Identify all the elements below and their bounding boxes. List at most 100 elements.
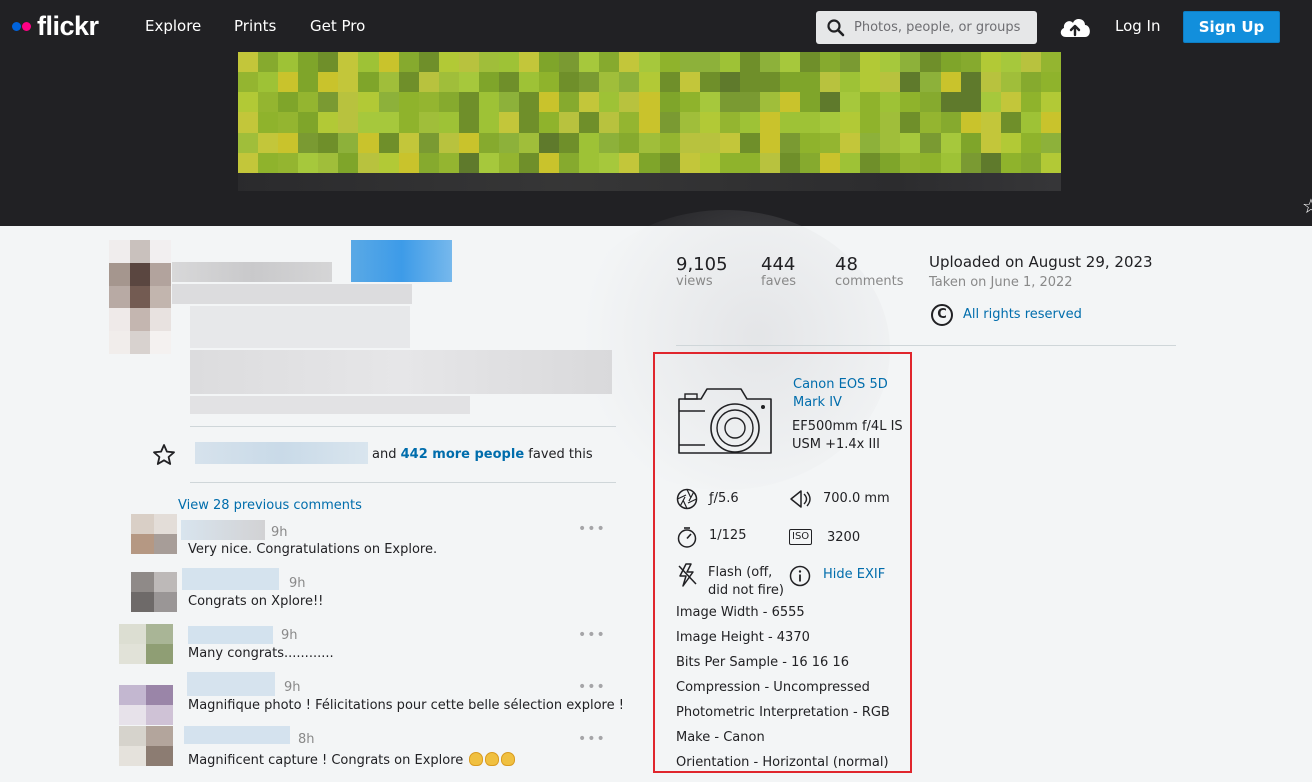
photo-pixel: [378, 132, 399, 153]
photo-pixel: [719, 112, 740, 133]
faved-this: faved this: [528, 447, 593, 462]
comment-text-content: Magnificent capture ! Congrats on Explor…: [188, 753, 464, 768]
view-previous-comments-link[interactable]: View 28 previous comments: [178, 498, 362, 513]
comment-more-icon[interactable]: •••: [578, 731, 606, 747]
photo-pixel: [880, 92, 901, 113]
photo-pixel: [779, 52, 801, 73]
clapping-hands-icon: [485, 752, 500, 766]
avatar[interactable]: [131, 572, 177, 612]
info-icon[interactable]: [789, 565, 811, 587]
avatar[interactable]: [119, 726, 173, 766]
photo-pixel: [458, 112, 479, 133]
nav-prints[interactable]: Prints: [234, 17, 276, 35]
flickr-logo[interactable]: flickr: [12, 11, 99, 42]
divider: [190, 426, 616, 427]
exif-orientation: Orientation - Horizontal (normal): [676, 755, 889, 770]
photo-pixel: [840, 92, 861, 113]
photo-pixel: [238, 72, 259, 93]
avatar[interactable]: [131, 514, 177, 554]
comment-more-icon[interactable]: •••: [578, 679, 606, 695]
signup-button[interactable]: Sign Up: [1183, 11, 1280, 43]
photo-pixel: [599, 152, 620, 173]
commenter-name-blurred[interactable]: [184, 726, 290, 744]
login-link[interactable]: Log In: [1115, 17, 1161, 35]
comment-text: Congrats on Xplore!!: [188, 594, 324, 609]
description-blurred: [190, 350, 612, 394]
nav-get-pro[interactable]: Get Pro: [310, 17, 365, 35]
corner-star-icon[interactable]: ☆: [1302, 194, 1312, 218]
photo-pixel: [860, 152, 881, 173]
commenter-name-blurred[interactable]: [182, 568, 279, 590]
comment-time: 9h: [271, 525, 288, 540]
main-photo-pixelated[interactable]: [238, 52, 1061, 173]
focal-length-value: 700.0 mm: [823, 491, 890, 506]
photo-pixel: [980, 72, 1001, 93]
photo-pixel: [358, 72, 379, 93]
photo-pixel: [378, 52, 399, 73]
comment-more-icon[interactable]: •••: [578, 521, 606, 537]
photo-pixel: [338, 152, 359, 173]
photo-pixel: [639, 72, 660, 93]
fave-star-icon[interactable]: [152, 443, 176, 467]
comment-more-icon[interactable]: •••: [578, 627, 606, 643]
photo-pixel: [438, 132, 459, 153]
photo-pixel: [860, 72, 881, 93]
views-count: 9,105: [676, 254, 728, 275]
photo-pixel: [739, 52, 760, 73]
photo-pixel: [418, 92, 439, 113]
photo-pixel: [258, 112, 279, 133]
commenter-name-blurred[interactable]: [187, 672, 275, 696]
photo-pixel: [719, 92, 740, 113]
more-people-link[interactable]: 442 more people: [401, 447, 525, 462]
photo-pixel: [559, 52, 580, 73]
camera-model-link[interactable]: Canon EOS 5D Mark IV: [793, 376, 903, 412]
owner-avatar-blurred[interactable]: [109, 240, 171, 354]
photo-pixel: [1040, 72, 1061, 93]
title-blurred: [190, 306, 410, 348]
exif-image-width: Image Width - 6555: [676, 605, 805, 620]
photo-pixel: [498, 152, 520, 173]
search-icon[interactable]: [826, 18, 846, 38]
rights-link[interactable]: All rights reserved: [963, 307, 1082, 322]
photo-pixel: [498, 72, 520, 93]
upload-icon[interactable]: [1058, 13, 1092, 41]
faves-count[interactable]: 444: [761, 254, 795, 275]
photo-pixel: [759, 52, 780, 73]
photo-pixel: [739, 92, 760, 113]
photo-pixel: [238, 152, 259, 173]
logo-pink-dot: [22, 22, 31, 31]
photo-pixel: [860, 92, 881, 113]
exif-bits-per-sample: Bits Per Sample - 16 16 16: [676, 655, 849, 670]
avatar[interactable]: [119, 685, 173, 725]
comments-count: 48: [835, 254, 858, 275]
photo-pixel: [599, 112, 620, 133]
follow-button-blurred[interactable]: [351, 240, 452, 282]
photo-pixel: [980, 152, 1001, 173]
photo-pixel: [498, 92, 520, 113]
exif-image-height: Image Height - 4370: [676, 630, 810, 645]
photo-pixel: [438, 52, 459, 73]
commenter-name-blurred[interactable]: [181, 520, 265, 540]
owner-name-blurred[interactable]: [172, 262, 332, 282]
nav-explore[interactable]: Explore: [145, 17, 201, 35]
photo-pixel: [559, 72, 580, 93]
photo-pixel: [1000, 52, 1021, 73]
avatar[interactable]: [119, 624, 173, 664]
photo-pixel: [1020, 52, 1041, 73]
photo-pixel: [458, 152, 479, 173]
photo-pixel: [940, 132, 961, 153]
photo-pixel: [659, 92, 680, 113]
photo-pixel: [358, 132, 379, 153]
photo-pixel: [238, 112, 259, 133]
search-input[interactable]: [854, 16, 1030, 39]
photo-pixel: [418, 152, 439, 173]
hide-exif-link[interactable]: Hide EXIF: [823, 567, 885, 582]
commenter-name-blurred[interactable]: [188, 626, 273, 644]
photo-pixel: [980, 112, 1001, 133]
photo-pixel: [699, 132, 720, 153]
photo-pixel: [940, 152, 961, 173]
photo-pixel: [358, 152, 379, 173]
faver-names-blurred[interactable]: [195, 442, 368, 464]
faves-label: faves: [761, 274, 797, 289]
photo-pixel: [699, 72, 720, 93]
